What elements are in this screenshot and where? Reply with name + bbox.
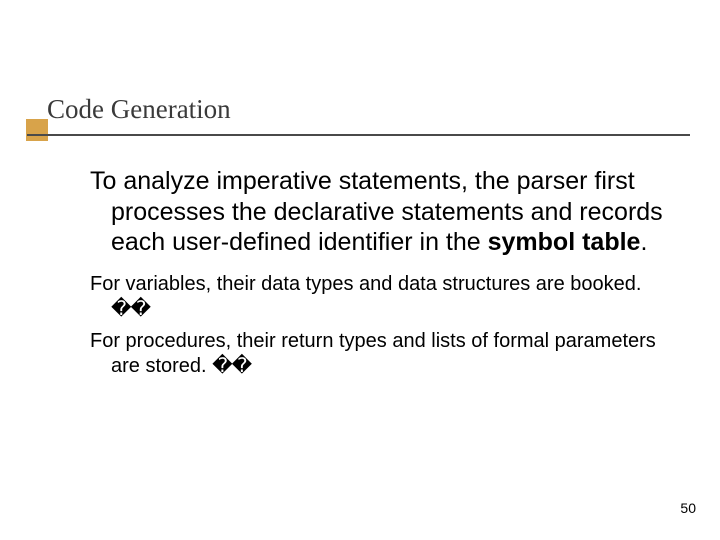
page-number: 50 — [680, 500, 696, 516]
sub-paragraph-1: For variables, their data types and data… — [90, 272, 668, 323]
main-paragraph: To analyze imperative statements, the pa… — [90, 166, 668, 258]
sub2-text: For procedures, their return types and l… — [90, 330, 656, 378]
main-text-bold: symbol table — [488, 228, 641, 256]
slide: Code Generation To analyze imperative st… — [0, 0, 720, 540]
title-area: Code Generation — [47, 94, 690, 131]
placeholder-glyphs-2: �� — [212, 355, 251, 377]
slide-title: Code Generation — [47, 94, 690, 125]
sub-paragraph-2: For procedures, their return types and l… — [90, 329, 668, 380]
accent-square — [26, 119, 48, 141]
title-underline — [27, 134, 690, 136]
sub1-text: For variables, their data types and data… — [90, 273, 641, 295]
main-text-suffix: . — [640, 228, 647, 256]
body-content: To analyze imperative statements, the pa… — [90, 166, 668, 386]
placeholder-glyphs-1: �� — [111, 298, 150, 320]
